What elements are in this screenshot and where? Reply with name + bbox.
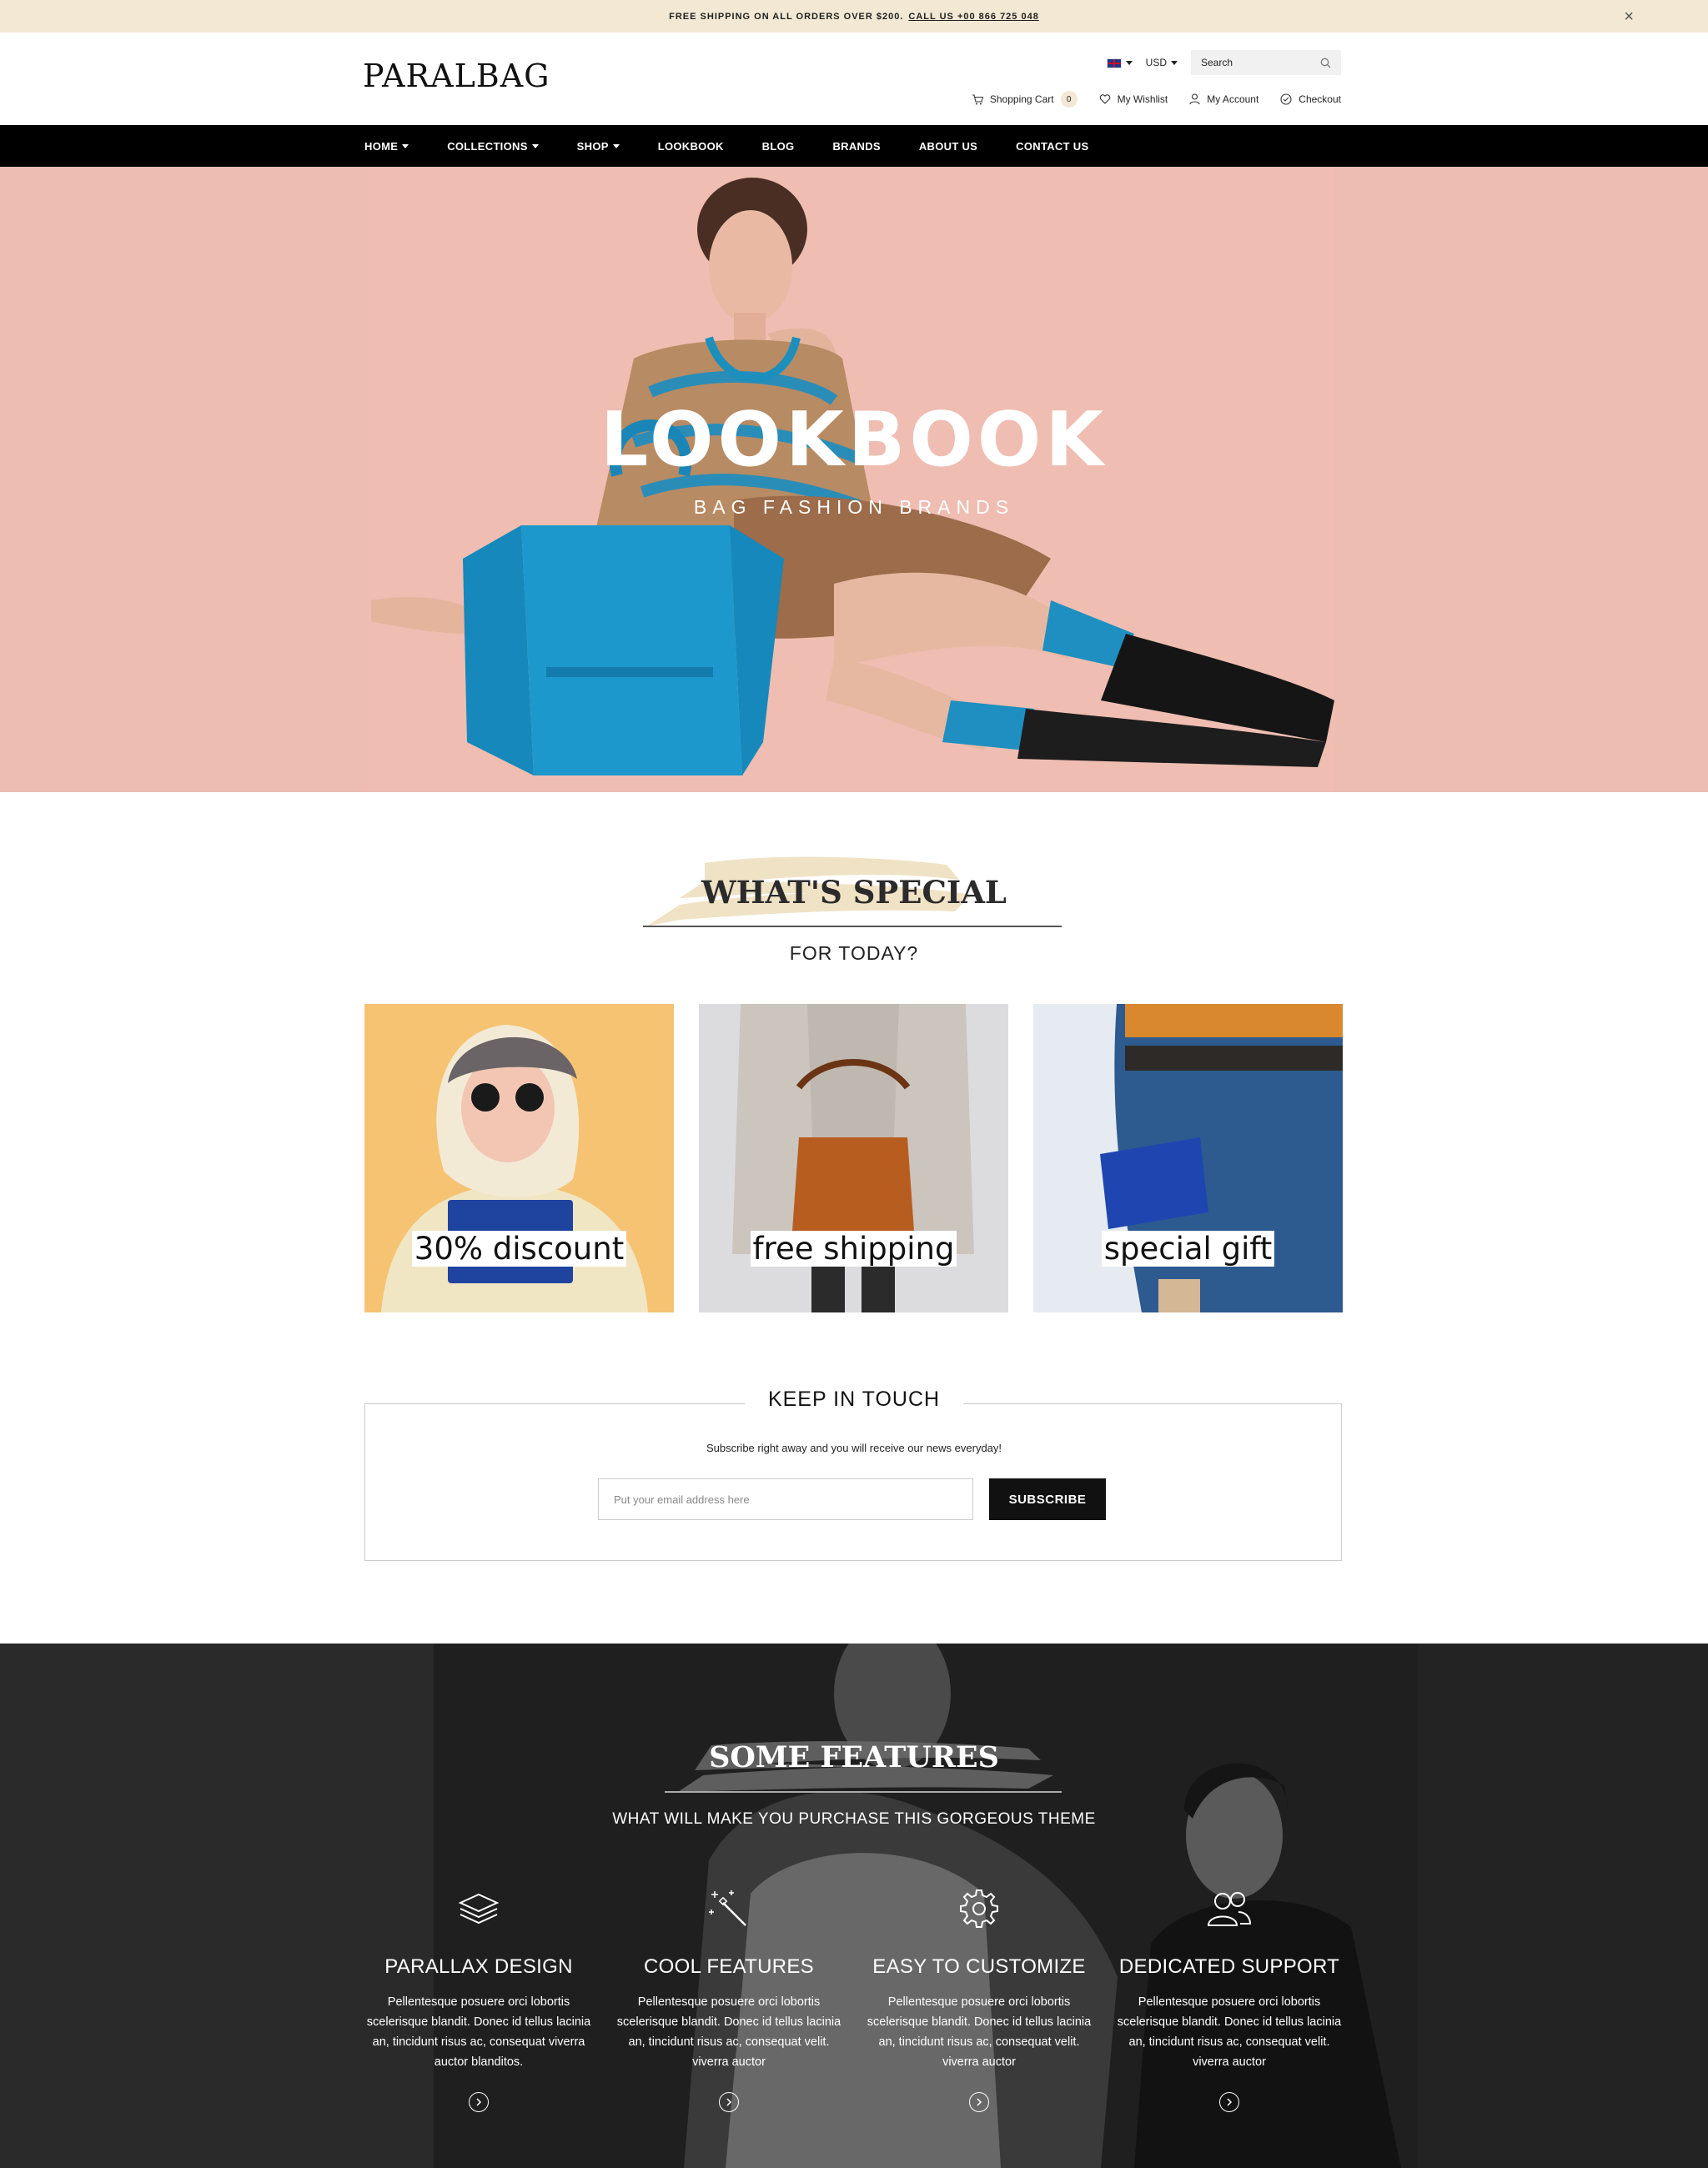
- nav-item-label: HOME: [364, 139, 399, 153]
- feature-cool-features: COOL FEATURES Pellentesque posuere orci …: [604, 1884, 854, 2112]
- hero-subtitle: BAG FASHION BRANDS: [693, 496, 1015, 518]
- header-account-links: Shopping Cart 0 My Wishlist My Account C…: [972, 91, 1341, 108]
- account-label: My Account: [1207, 93, 1259, 105]
- promo-card-special-gift[interactable]: special gift: [1033, 1004, 1343, 1312]
- currency-selector[interactable]: USD: [1146, 57, 1178, 68]
- feature-more-button[interactable]: [1219, 2092, 1239, 2112]
- promo-card-free-shipping[interactable]: free shipping: [699, 1004, 1008, 1312]
- chevron-down-icon: [531, 143, 539, 148]
- feature-description: Pellentesque posuere orci lobortis scele…: [867, 1995, 1092, 2069]
- section-subtitle-for-today: FOR TODAY?: [789, 942, 919, 964]
- newsletter-title-text: KEEP IN TOUCH: [744, 1388, 964, 1411]
- feature-title: PARALLAX DESIGN: [384, 1955, 573, 1978]
- account-link[interactable]: My Account: [1189, 93, 1258, 105]
- promo-label-text: free shipping: [750, 1231, 957, 1267]
- currency-label: USD: [1145, 57, 1167, 68]
- feature-more-button[interactable]: [469, 2092, 489, 2112]
- nav-item-label: BLOG: [761, 139, 795, 153]
- feature-title: DEDICATED SUPPORT: [1118, 1955, 1340, 1978]
- nav-item-label: CONTACT US: [1016, 139, 1089, 153]
- shopping-cart-label: Shopping Cart: [989, 93, 1054, 105]
- feature-more-button[interactable]: [969, 2092, 989, 2112]
- feature-description: Pellentesque posuere orci lobortis scele…: [616, 1995, 841, 2069]
- chevron-down-icon: [1171, 61, 1178, 66]
- chevron-down-icon: [402, 143, 409, 148]
- heart-icon: [1099, 94, 1110, 104]
- language-selector[interactable]: [1106, 57, 1133, 68]
- gear-icon: [960, 1889, 998, 1928]
- feature-title: EASY TO CUSTOMIZE: [872, 1955, 1086, 1978]
- search-label: Search: [1201, 57, 1233, 68]
- wishlist-link[interactable]: My Wishlist: [1099, 93, 1168, 105]
- features-section: SOME FEATURES WHAT WILL MAKE YOU PURCHAS…: [0, 1644, 1708, 2168]
- nav-item-collections[interactable]: COLLECTIONS: [447, 139, 539, 153]
- feature-description: Pellentesque posuere orci lobortis scele…: [1117, 1995, 1342, 2069]
- cart-count-badge: 0: [1060, 91, 1078, 108]
- announcement-phone-link[interactable]: CALL US +00 866 725 048: [908, 12, 1038, 22]
- title-divider: [665, 1791, 1062, 1793]
- section-subtitle-features: WHAT WILL MAKE YOU PURCHASE THIS GORGEOU…: [612, 1810, 1096, 1828]
- magic-wand-icon: [709, 1890, 746, 1926]
- cart-icon: [972, 93, 983, 104]
- chevron-right-icon: [977, 2098, 982, 2106]
- chevron-right-icon: [476, 2098, 482, 2106]
- chevron-down-icon: [1125, 61, 1133, 66]
- promo-card-discount[interactable]: 30% discount: [364, 1004, 674, 1312]
- hero-banner: LOOKBOOK BAG FASHION BRANDS: [0, 167, 1708, 792]
- promo-label-text: special gift: [1101, 1231, 1275, 1267]
- feature-easy-to-customize: EASY TO CUSTOMIZE Pellentesque posuere o…: [854, 1884, 1104, 2112]
- promo-label: 30% discount: [364, 1231, 674, 1267]
- close-icon[interactable]: ×: [1624, 8, 1635, 27]
- nav-item-brands[interactable]: BRANDS: [832, 140, 880, 153]
- nav-item-about-us[interactable]: ABOUT US: [919, 140, 977, 153]
- email-field[interactable]: [598, 1478, 973, 1520]
- nav-item-shop[interactable]: SHOP: [577, 140, 620, 153]
- subscribe-button[interactable]: SUBSCRIBE: [989, 1478, 1106, 1520]
- chevron-right-icon: [1227, 2098, 1233, 2106]
- nav-item-label: COLLECTIONS: [447, 139, 528, 153]
- chevron-right-icon: [726, 2098, 732, 2106]
- nav-item-contact-us[interactable]: CONTACT US: [1016, 140, 1088, 153]
- chevron-down-icon: [612, 143, 620, 148]
- promo-label-text: 30% discount: [411, 1231, 627, 1267]
- announcement-text: FREE SHIPPING ON ALL ORDERS OVER $200.: [669, 11, 904, 22]
- user-icon: [1189, 93, 1200, 105]
- nav-item-label: LOOKBOOK: [657, 139, 724, 153]
- promo-label: free shipping: [699, 1231, 1008, 1267]
- section-title-some-features: SOME FEATURES: [709, 1740, 999, 1774]
- nav-item-label: ABOUT US: [918, 139, 978, 153]
- feature-dedicated-support: DEDICATED SUPPORT Pellentesque posuere o…: [1104, 1884, 1354, 2112]
- header-utility-bar: USD Search: [1106, 50, 1341, 75]
- checkout-link[interactable]: Checkout: [1280, 93, 1341, 105]
- shopping-cart-link[interactable]: Shopping Cart 0: [972, 91, 1078, 108]
- section-title-whats-special: WHAT'S SPECIAL: [701, 874, 1007, 911]
- site-header: PARALBAG USD Search Shopping Cart 0 My W…: [0, 33, 1708, 125]
- feature-parallax-design: PARALLAX DESIGN Pellentesque posuere orc…: [354, 1884, 604, 2112]
- uk-flag-icon: [1106, 58, 1122, 68]
- search-icon[interactable]: [1320, 58, 1331, 68]
- feature-more-button[interactable]: [719, 2092, 739, 2112]
- newsletter-title: KEEP IN TOUCH: [0, 1388, 1708, 1412]
- layers-icon: [458, 1893, 500, 1925]
- feature-description: Pellentesque posuere orci lobortis scele…: [366, 1995, 591, 2069]
- nav-item-label: BRANDS: [832, 139, 881, 153]
- nav-item-blog[interactable]: BLOG: [762, 140, 795, 153]
- feature-title: COOL FEATURES: [644, 1955, 814, 1978]
- users-icon: [1207, 1892, 1252, 1926]
- site-logo[interactable]: PARALBAG: [363, 58, 550, 94]
- nav-item-label: SHOP: [576, 139, 609, 153]
- hero-title: LOOKBOOK: [600, 396, 1108, 484]
- main-nav: HOME COLLECTIONS SHOP LOOKBOOK BLOG BRAN…: [0, 125, 1708, 167]
- checkout-label: Checkout: [1299, 93, 1341, 105]
- search-input[interactable]: Search: [1191, 50, 1341, 75]
- title-divider: [643, 926, 1062, 927]
- nav-item-home[interactable]: HOME: [364, 140, 409, 153]
- newsletter-description: Subscribe right away and you will receiv…: [706, 1442, 1002, 1454]
- nav-item-lookbook[interactable]: LOOKBOOK: [658, 140, 724, 153]
- wishlist-label: My Wishlist: [1117, 93, 1168, 105]
- promo-label: special gift: [1033, 1231, 1343, 1267]
- announcement-bar: FREE SHIPPING ON ALL ORDERS OVER $200. C…: [0, 0, 1708, 33]
- check-circle-icon: [1280, 93, 1292, 105]
